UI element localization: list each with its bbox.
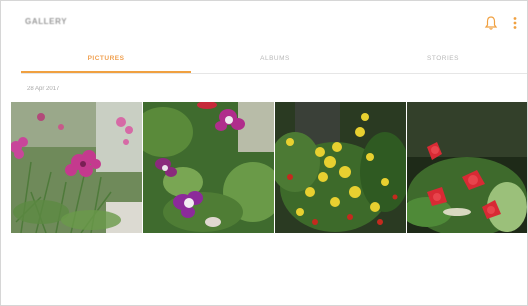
tab-divider — [21, 73, 527, 74]
tab-albums[interactable]: ALBUMS — [191, 45, 359, 73]
photo-thumbnail-yellow-shrub[interactable] — [275, 102, 406, 233]
app-title: GALLERY — [25, 17, 68, 26]
photo-grid — [11, 102, 527, 233]
tab-active-indicator — [21, 71, 191, 73]
app-bar: GALLERY — [1, 1, 527, 43]
more-vert-icon[interactable] — [511, 15, 519, 31]
photo-thumbnail-red-flowers[interactable] — [407, 102, 527, 233]
bell-icon[interactable] — [484, 15, 498, 31]
tab-stories[interactable]: STORIES — [359, 45, 527, 73]
gallery-window: GALLERY PICTURES ALBUMS STORIES 28 Apr 2… — [0, 0, 528, 306]
section-date-header: 28 Apr 2017 — [27, 86, 60, 92]
tab-bar: PICTURES ALBUMS STORIES — [21, 45, 527, 74]
tab-pictures[interactable]: PICTURES — [21, 45, 191, 73]
photo-thumbnail-pink-flowers[interactable] — [11, 102, 142, 233]
photo-thumbnail-purple-columbine[interactable] — [143, 102, 274, 233]
